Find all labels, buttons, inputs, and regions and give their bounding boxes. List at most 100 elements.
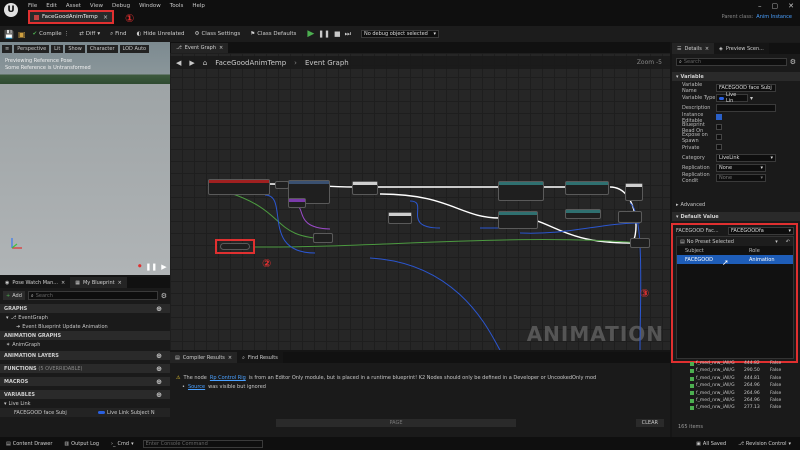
add-circle-icon[interactable]: ⊕ [156, 365, 162, 373]
nav-back-icon[interactable]: ◀ [176, 59, 181, 67]
asset-row[interactable]: f_med_nrw_iAll/G 444.81 False [690, 375, 796, 382]
container-type-icon[interactable]: ▾ [750, 95, 753, 102]
breadcrumb-asset[interactable]: FaceGoodAnimTemp [215, 59, 286, 67]
replication-select[interactable]: None ▾ [716, 164, 766, 172]
lod-button[interactable]: LOD Auto [119, 45, 150, 53]
close-icon[interactable]: × [219, 45, 223, 51]
asset-tab[interactable]: FaceGoodAnimTemp × [28, 10, 114, 24]
add-circle-icon[interactable]: ⊕ [156, 378, 162, 386]
refresh-icon[interactable]: ↶ [786, 239, 790, 245]
tab-my-blueprint[interactable]: ▦ My Blueprint × [70, 277, 127, 288]
menu-edit[interactable]: Edit [46, 3, 57, 9]
macros-section[interactable]: MACROS ⊕ [0, 377, 170, 386]
node-get-subject[interactable] [275, 181, 289, 189]
menu-asset[interactable]: Asset [66, 3, 81, 9]
maximize-icon[interactable]: ▢ [772, 2, 779, 10]
event-item[interactable]: ➜ Event Blueprint Update Animation [0, 322, 170, 331]
node-purple[interactable] [288, 198, 306, 208]
node-small-right[interactable] [618, 211, 642, 223]
tab-compiler-results[interactable]: ▤ Compiler Results × [170, 352, 238, 363]
variable-item[interactable]: FACEGOOD face Subj Live Link Subject N [0, 408, 170, 417]
functions-section[interactable]: FUNCTIONS (5 OVERRIDABLE) ⊕ [0, 364, 170, 373]
node-for-each[interactable] [388, 212, 412, 224]
private-checkbox[interactable] [716, 144, 722, 150]
asset-row[interactable]: f_med_nrw_iAll/G 277.13 False [690, 404, 796, 411]
close-window-icon[interactable]: ✕ [788, 2, 794, 10]
close-icon[interactable]: × [118, 280, 122, 286]
close-icon[interactable]: × [705, 46, 709, 52]
revision-control-button[interactable]: ⎇ Revision Control ▾ [735, 441, 794, 447]
tab-find-results[interactable]: ⌕ Find Results [237, 352, 283, 363]
node-event-update[interactable] [208, 179, 270, 195]
preset-select[interactable]: No Preset Selected ▾ [687, 239, 778, 245]
unreal-logo[interactable]: U [4, 3, 18, 17]
all-saved-status[interactable]: ▣ All Saved [693, 441, 729, 447]
lit-button[interactable]: Lit [51, 45, 64, 53]
browse-icon[interactable]: ▣ [18, 30, 26, 39]
close-icon[interactable]: × [228, 355, 232, 361]
asset-row[interactable]: f_med_nrw_iAll/G 264.96 False [690, 382, 796, 389]
compile-button[interactable]: ✔ Compile ⋮ [30, 31, 73, 37]
viewport-menu-icon[interactable]: ≡ [2, 45, 13, 53]
animation-layers-section[interactable]: ANIMATION LAYERS ⊕ [0, 351, 170, 360]
tab-details[interactable]: ☰ Details × [672, 43, 715, 54]
breadcrumb-graph[interactable]: Event Graph [305, 59, 349, 67]
source-link[interactable]: Source [188, 383, 205, 392]
close-tab-icon[interactable]: × [103, 14, 108, 21]
animation-graphs-section[interactable]: ANIMATION GRAPHS [0, 331, 170, 340]
show-button[interactable]: Show [65, 45, 85, 53]
variables-section[interactable]: VARIABLES ⊕ [0, 390, 170, 399]
record-icon[interactable]: ⏺ [138, 262, 142, 271]
perspective-button[interactable]: Perspective [14, 45, 50, 53]
step-icon[interactable]: ⏭ [345, 30, 351, 39]
hide-unrelated-button[interactable]: ◐ Hide Unrelated [133, 31, 187, 37]
close-icon[interactable]: × [61, 280, 65, 286]
tab-preview-scene[interactable]: ◈ Preview Scen... [714, 43, 769, 54]
tab-pose-watch[interactable]: ◉ Pose Watch Man... × [0, 277, 71, 288]
menu-help[interactable]: Help [192, 3, 205, 9]
add-circle-icon[interactable]: ⊕ [156, 305, 162, 313]
node-set-curve-d[interactable] [565, 209, 601, 219]
character-button[interactable]: Character [86, 45, 118, 53]
node-set-curve-c[interactable] [498, 211, 538, 229]
class-settings-button[interactable]: ⚙ Class Settings [192, 31, 244, 37]
advanced-row[interactable]: ▸ Advanced [676, 200, 705, 209]
save-icon[interactable]: 💾 [4, 30, 14, 39]
class-defaults-button[interactable]: ⚑ Class Defaults [247, 31, 299, 37]
menu-view[interactable]: View [90, 3, 103, 9]
find-button[interactable]: ⌕ Find [107, 31, 129, 38]
menu-file[interactable]: File [28, 3, 37, 9]
anim-graph-item[interactable]: ✶ AnimGraph [0, 340, 170, 349]
tab-event-graph[interactable]: ⎇ Event Graph × [171, 43, 229, 53]
nav-forward-icon[interactable]: ▶ [189, 59, 194, 67]
variable-type-select[interactable]: Live Lin [716, 92, 748, 104]
details-search[interactable]: ⌕ Search [676, 58, 787, 66]
instance-editable-checkbox[interactable] [716, 114, 722, 120]
variable-section[interactable]: ▾ Variable [672, 72, 800, 81]
stop-icon[interactable]: ■ [334, 30, 341, 38]
nav-home-icon[interactable]: ⌂ [203, 59, 207, 67]
menu-debug[interactable]: Debug [112, 3, 130, 9]
minimize-icon[interactable]: – [758, 2, 762, 10]
parent-class-value[interactable]: Anim Instance [756, 14, 792, 20]
warning-node-link[interactable]: Rp Control Rig [210, 374, 246, 383]
asset-row[interactable]: f_med_nrw_iAll/G 290.50 False [690, 367, 796, 374]
add-button[interactable]: + Add [3, 291, 25, 300]
graphs-section[interactable]: GRAPHS ⊕ [0, 304, 170, 313]
default-value-section[interactable]: ▾ Default Value [672, 212, 800, 221]
cmd-button[interactable]: ›_ Cmd ▾ [108, 441, 137, 447]
read-only-checkbox[interactable] [716, 124, 722, 130]
menu-tools[interactable]: Tools [170, 3, 184, 9]
clear-button[interactable]: CLEAR [635, 418, 664, 427]
default-value-select[interactable]: FACEGOODfa ▾ [728, 226, 794, 235]
output-log-button[interactable]: ▥ Output Log [61, 441, 102, 447]
play-icon[interactable]: ▶ [161, 263, 166, 271]
settings-icon[interactable]: ⚙ [790, 58, 796, 66]
blueprint-search[interactable]: ⌕ Search [27, 291, 158, 300]
diff-button[interactable]: ⇄ Diff ▾ [76, 31, 103, 37]
viewport[interactable] [0, 42, 170, 275]
asset-row[interactable]: f_med_nrw_iAll/G 264.96 False [690, 390, 796, 397]
gear-icon[interactable]: ⚙ [161, 292, 167, 300]
node-sequence[interactable] [625, 183, 643, 201]
asset-row[interactable]: f_med_nrw_iAll/G 444.82 False [690, 360, 796, 367]
